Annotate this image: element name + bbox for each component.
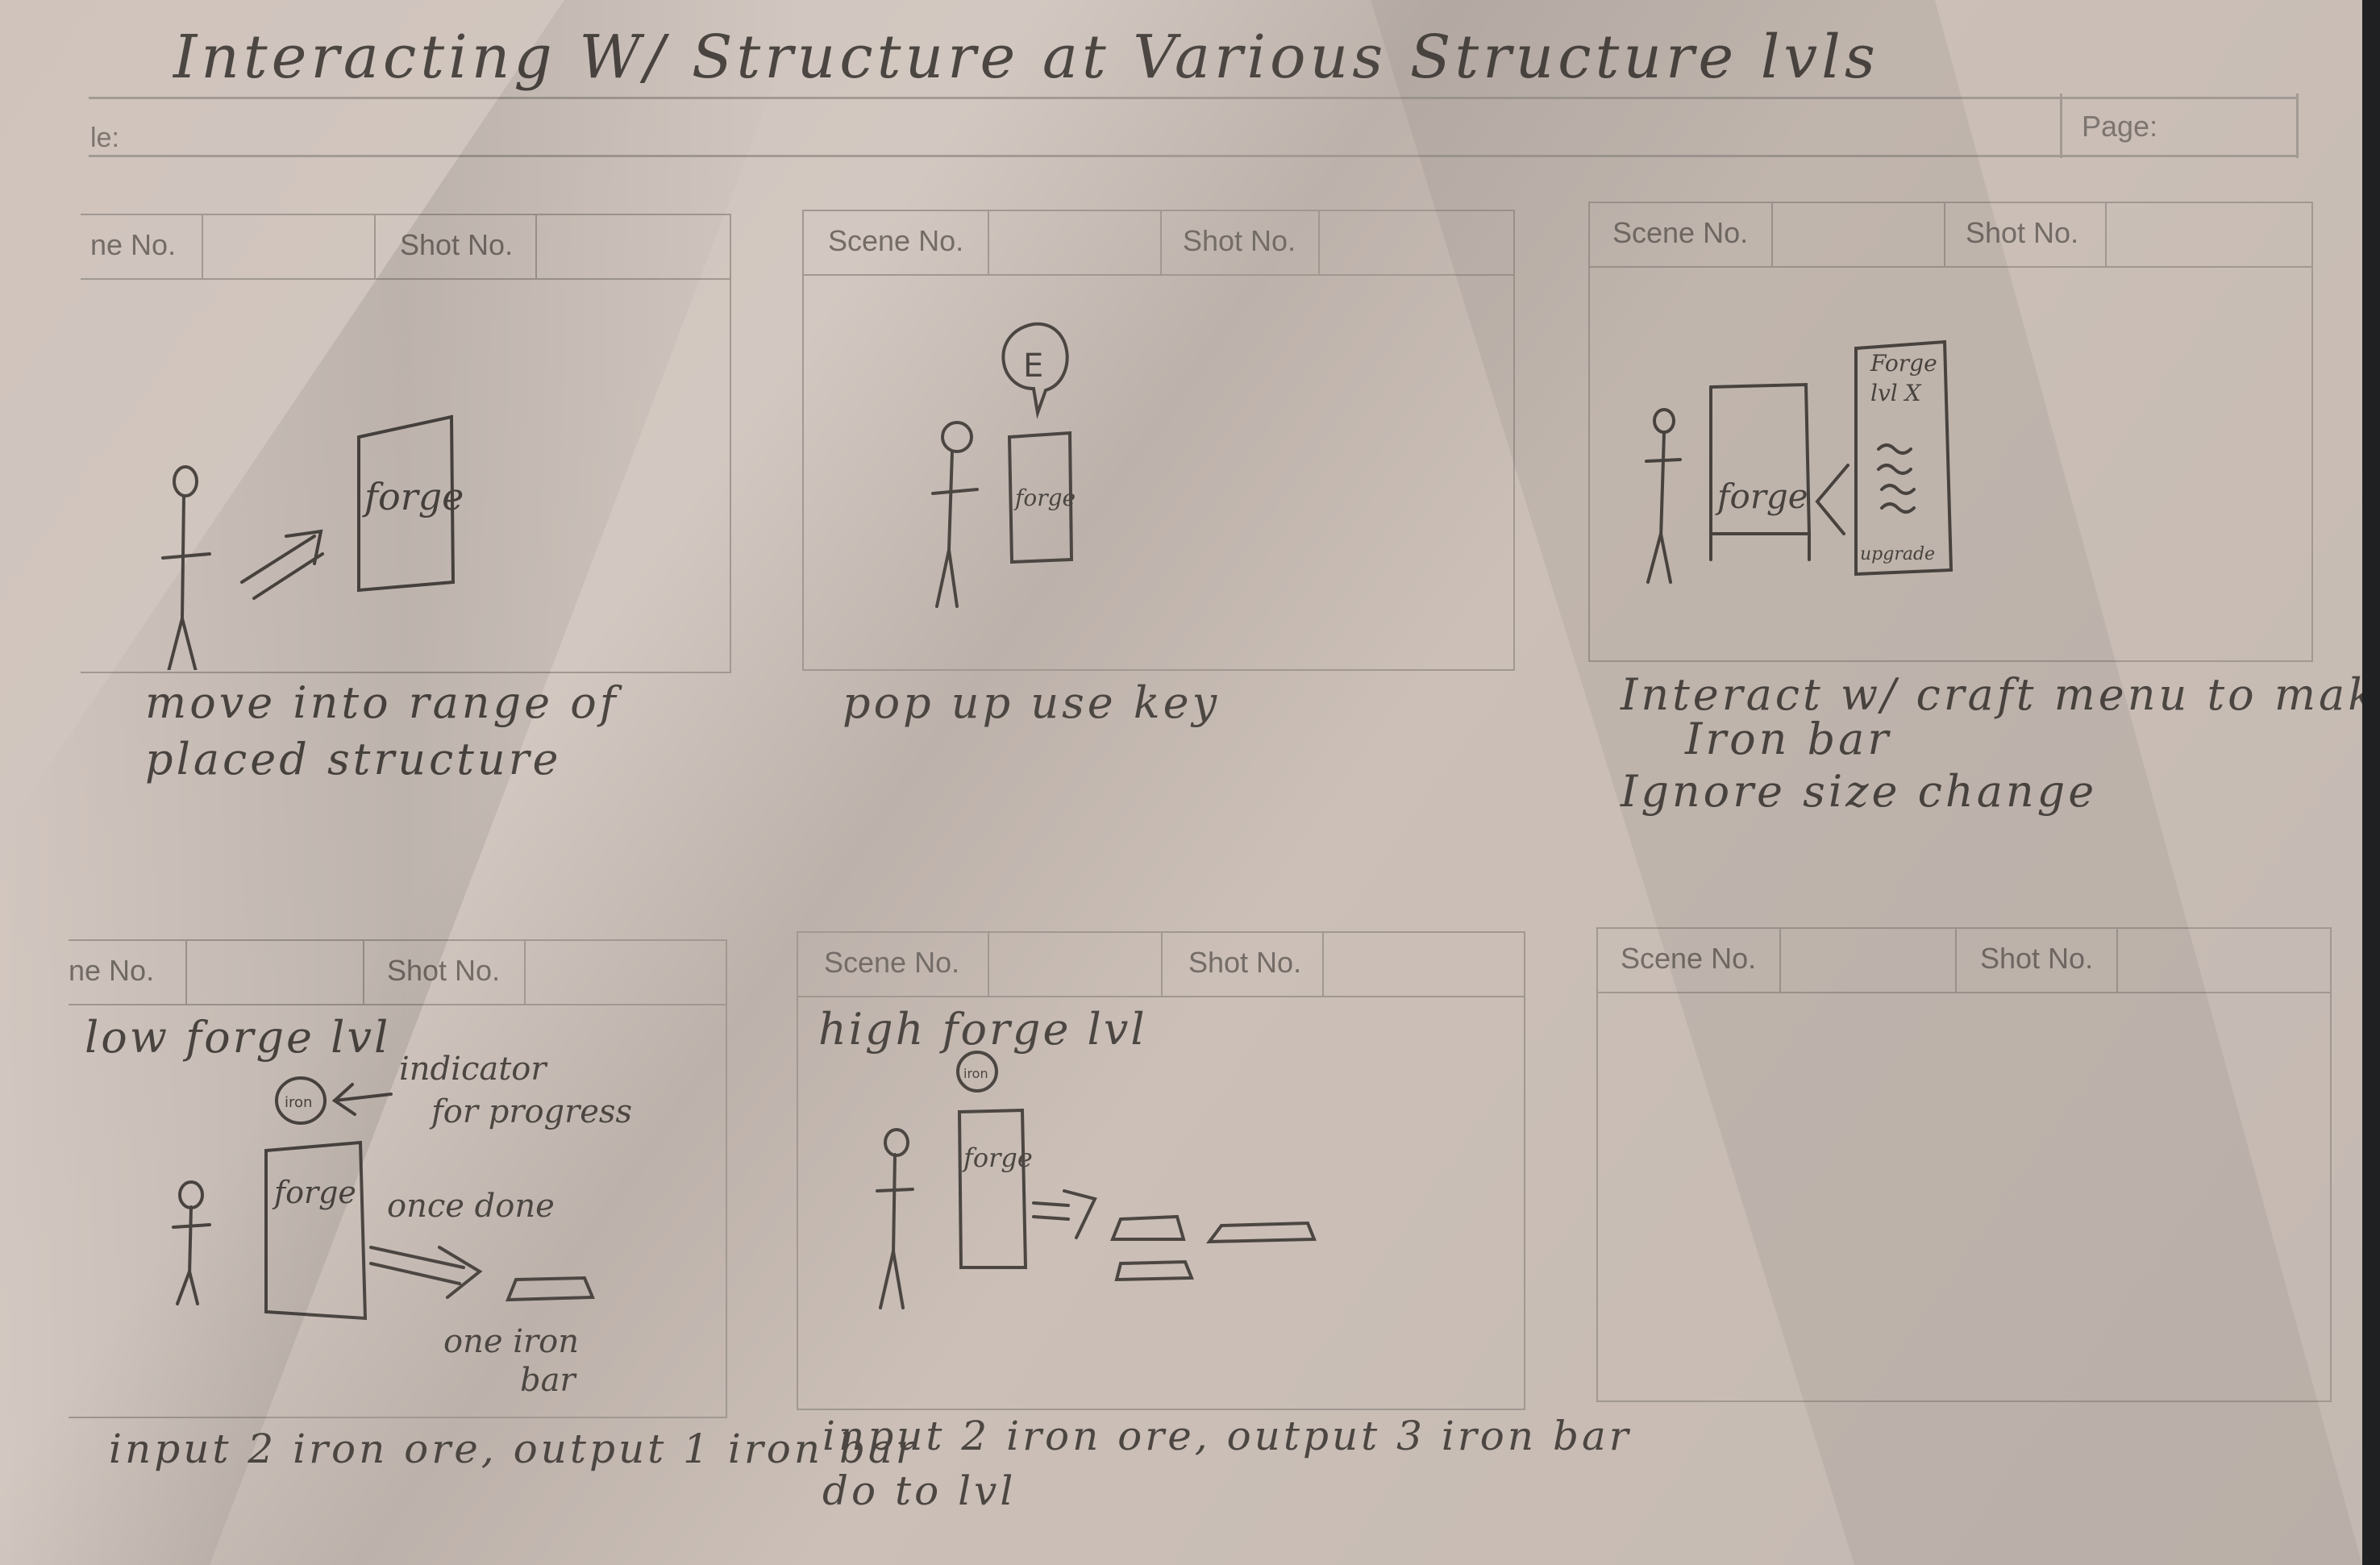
panel-1-caption-2: placed structure bbox=[145, 734, 562, 785]
panel-1-header: ne No. Shot No. bbox=[81, 215, 730, 280]
page-box-right bbox=[2296, 94, 2299, 158]
panel-6: Scene No. Shot No. bbox=[1596, 927, 2332, 1402]
storyboard-sheet: Interacting W/ Structure at Various Stru… bbox=[0, 0, 2362, 1565]
once-done-note: once done bbox=[387, 1188, 555, 1225]
stick-figure-icon bbox=[884, 1128, 909, 1157]
panel-3-header: Scene No. Shot No. bbox=[1590, 203, 2311, 268]
shot-no-label: Shot No. bbox=[1183, 224, 1296, 257]
scene-no-label: ne No. bbox=[90, 228, 177, 261]
progress-badge-label: iron bbox=[963, 1066, 988, 1081]
shot-no-label: Shot No. bbox=[1188, 946, 1302, 979]
panel-2: Scene No. Shot No. E forge bbox=[802, 210, 1515, 671]
iron-bar-icon bbox=[1114, 1259, 1194, 1282]
panel-5-sketch: iron forge bbox=[876, 1051, 1317, 1309]
title-label: le: bbox=[90, 123, 119, 153]
panel-2-header: Scene No. Shot No. bbox=[804, 211, 1513, 276]
panel-5-header: Scene No. Shot No. bbox=[798, 933, 1524, 997]
stick-figure-icon bbox=[173, 465, 198, 497]
shot-no-label: Shot No. bbox=[387, 954, 501, 987]
shot-no-label: Shot No. bbox=[1980, 942, 2094, 975]
iron-bar-icon bbox=[506, 1276, 595, 1302]
result-note-1: one iron bbox=[443, 1323, 579, 1360]
forge-label: forge bbox=[962, 1143, 1033, 1173]
page-divider bbox=[2060, 94, 2062, 158]
indicator-note-1: indicator bbox=[399, 1051, 548, 1088]
craft-menu-icon bbox=[1854, 339, 1954, 576]
panel-4-header: ne No. Shot No. bbox=[69, 941, 726, 1005]
panel-3-caption-1: Interact w/ craft menu to make bbox=[1621, 669, 2362, 720]
panel-4-caption-1: input 2 iron ore, output 1 iron bar bbox=[109, 1426, 918, 1472]
indicator-note-2: for progress bbox=[429, 1093, 632, 1130]
forge-label: forge bbox=[272, 1175, 356, 1210]
title-rule-top bbox=[89, 97, 2298, 99]
shot-no-label: Shot No. bbox=[1966, 216, 2079, 249]
panel-4-sketch: iron forge indicator for progress once d… bbox=[172, 1051, 632, 1399]
progress-badge-label: iron bbox=[285, 1094, 312, 1111]
panel-5-caption-1: input 2 iron ore, output 3 iron bar bbox=[822, 1413, 1632, 1459]
scene-no-label: Scene No. bbox=[824, 946, 960, 979]
panel-6-header: Scene No. Shot No. bbox=[1598, 929, 2330, 993]
panel-3-caption-3: Ignore size change bbox=[1621, 766, 2098, 817]
iron-bar-icon bbox=[1110, 1214, 1186, 1241]
forge-box-icon bbox=[957, 1108, 1028, 1269]
panel-3: Scene No. Shot No. forge Forge lvl X upg… bbox=[1588, 202, 2313, 662]
forge-box-icon bbox=[264, 1140, 368, 1321]
forge-label: forge bbox=[1715, 477, 1808, 516]
shot-no-label: Shot No. bbox=[400, 228, 514, 261]
scene-no-label: Scene No. bbox=[1621, 942, 1757, 975]
stick-figure-icon bbox=[1653, 408, 1675, 434]
panel-3-sketch: forge Forge lvl X upgrade bbox=[1645, 339, 1954, 584]
menu-level-label: lvl X bbox=[1870, 380, 1922, 406]
panel-4-heading: low forge lvl bbox=[85, 1012, 391, 1063]
panel-2-sketch: E forge bbox=[931, 322, 1076, 608]
panel-3-caption-2: Iron bar bbox=[1685, 714, 1892, 764]
scene-no-label: Scene No. bbox=[1612, 216, 1749, 249]
forge-label: forge bbox=[362, 475, 464, 518]
panel-1-sketch: forge bbox=[161, 414, 464, 670]
scene-no-label: Scene No. bbox=[828, 224, 964, 257]
iron-bar-icon bbox=[1205, 1221, 1317, 1244]
scene-no-label: ne No. bbox=[69, 954, 155, 987]
stick-figure-icon bbox=[941, 421, 973, 453]
stick-figure-icon bbox=[178, 1180, 204, 1209]
panel-1: ne No. Shot No. forge bbox=[81, 214, 731, 673]
result-note-2: bar bbox=[520, 1362, 577, 1399]
panel-5-heading: high forge lvl bbox=[818, 1004, 1147, 1055]
menu-title-label: Forge bbox=[1870, 350, 1937, 377]
panel-5-caption-2: do to lvl bbox=[822, 1467, 1017, 1514]
panel-2-caption-1: pop up use key bbox=[843, 677, 1221, 728]
title-rule-bottom bbox=[89, 155, 2298, 157]
upgrade-button-label: upgrade bbox=[1860, 544, 1935, 564]
page-label-text: Page: bbox=[2082, 110, 2158, 143]
panel-1-caption-1: move into range of bbox=[145, 677, 619, 728]
forge-label: forge bbox=[1013, 485, 1076, 511]
key-label: E bbox=[1023, 348, 1043, 385]
sheet-title: Interacting W/ Structure at Various Stru… bbox=[173, 23, 1879, 92]
